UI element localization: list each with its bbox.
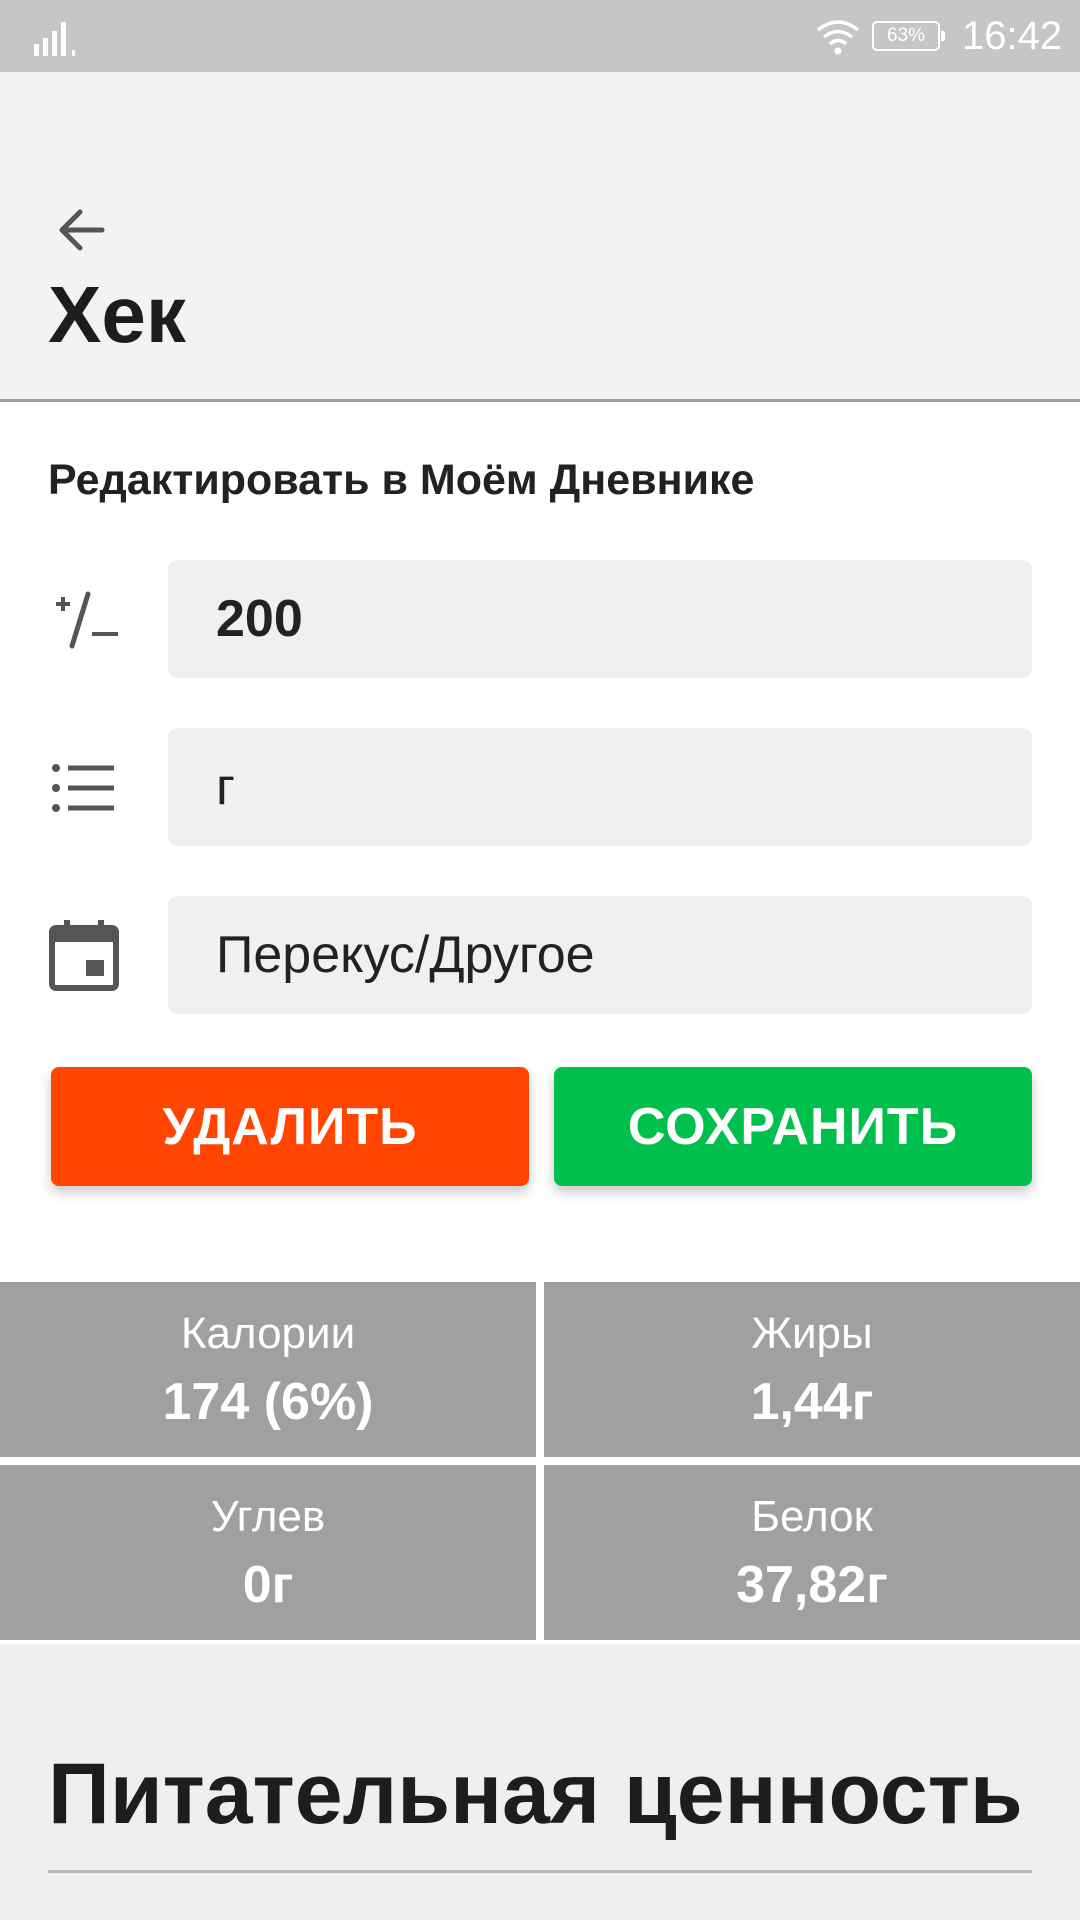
status-bar: 63% 16:42 <box>0 0 1080 72</box>
macro-label: Углев <box>210 1492 326 1541</box>
macro-value: 1,44г <box>750 1373 874 1431</box>
divider <box>48 1870 1032 1873</box>
calendar-icon <box>49 920 119 991</box>
unit-select[interactable]: г <box>168 728 1032 846</box>
macro-carbs: Углев 0г <box>0 1465 536 1640</box>
macro-label: Жиры <box>751 1309 873 1358</box>
unit-value: г <box>216 758 235 816</box>
macro-value: 0г <box>242 1556 294 1614</box>
macro-calories: Калории 174 (6%) <box>0 1282 536 1457</box>
page-title: Хек <box>48 270 186 359</box>
signal-icon <box>34 22 75 56</box>
list-icon <box>52 764 114 812</box>
battery-icon: 63% <box>872 21 945 51</box>
macro-value: 37,82г <box>736 1556 888 1614</box>
nutrition-section: Питательная ценность <box>0 1644 1080 1920</box>
macro-label: Калории <box>180 1309 356 1358</box>
plus-minus-icon <box>56 591 118 649</box>
app-header: Хек <box>0 72 1080 402</box>
quantity-value: 200 <box>216 590 303 648</box>
quantity-input[interactable]: 200 <box>168 560 1032 678</box>
meal-value: Перекус/Другое <box>216 926 595 984</box>
arrow-left-icon[interactable] <box>48 196 116 264</box>
delete-button[interactable]: УДАЛИТЬ <box>51 1067 529 1186</box>
save-button[interactable]: СОХРАНИТЬ <box>554 1067 1032 1186</box>
nutrition-heading: Питательная ценность <box>48 1746 1023 1842</box>
macro-label: Белок <box>751 1492 873 1541</box>
wifi-icon <box>816 20 860 55</box>
macros-grid: Калории 174 (6%) Жиры 1,44г Углев 0г Бел… <box>0 1282 1080 1640</box>
meal-select[interactable]: Перекус/Другое <box>168 896 1032 1014</box>
section-title: Редактировать в Моём Дневнике <box>48 456 755 504</box>
macro-protein: Белок 37,82г <box>544 1465 1080 1640</box>
macro-fat: Жиры 1,44г <box>544 1282 1080 1457</box>
battery-level: 63% <box>886 25 926 46</box>
macro-value: 174 (6%) <box>162 1373 374 1431</box>
clock: 16:42 <box>962 14 1063 58</box>
